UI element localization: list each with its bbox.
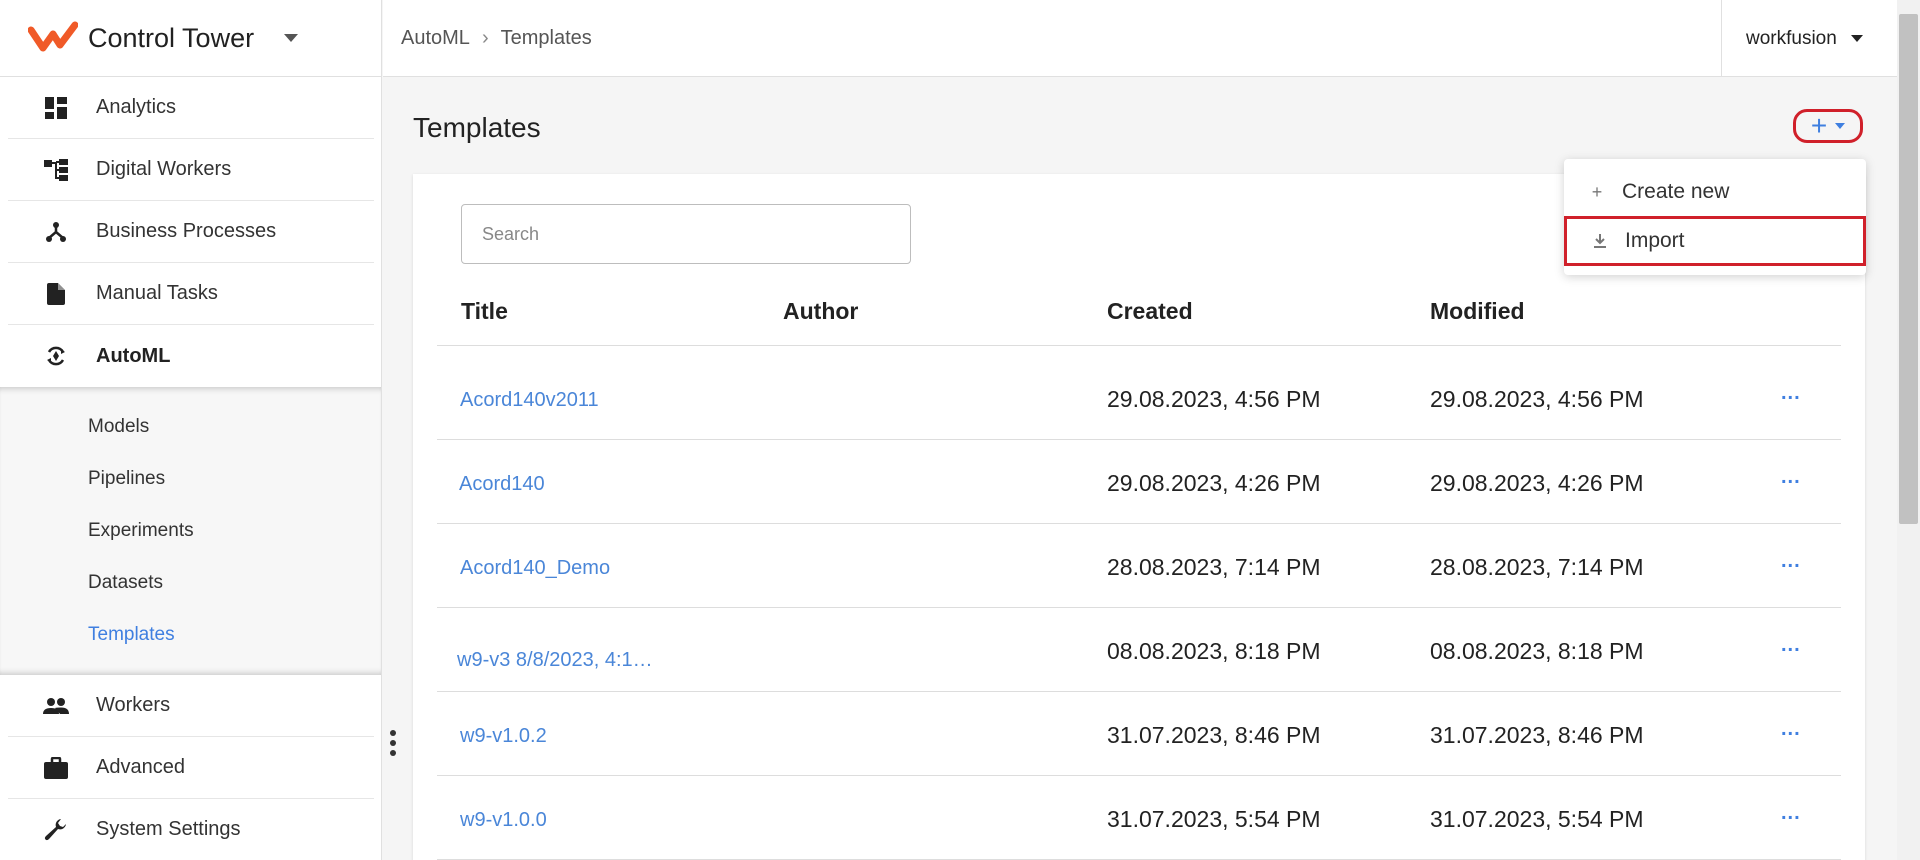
row-actions-button[interactable]: ... [1781, 802, 1801, 825]
template-modified: 31.07.2023, 5:54 PM [1430, 806, 1644, 832]
subnav-item-experiments[interactable]: Experiments [0, 505, 381, 557]
template-created: 29.08.2023, 4:26 PM [1107, 470, 1321, 496]
template-modified: 29.08.2023, 4:26 PM [1430, 470, 1644, 496]
briefcase-icon [42, 754, 70, 782]
template-title-link[interactable]: w9-v1.0.2 [460, 725, 547, 748]
breadcrumb-templates: Templates [500, 27, 592, 49]
subnav-item-pipelines[interactable]: Pipelines [0, 453, 381, 505]
plus-icon: + [1591, 181, 1603, 202]
wrench-icon [42, 816, 70, 844]
automl-subnav: Models Pipelines Experiments Datasets Te… [0, 387, 381, 675]
caret-down-icon [284, 34, 299, 42]
caret-down-icon [1835, 123, 1846, 129]
row-actions-button[interactable]: ... [1781, 634, 1801, 657]
page-title: Templates [413, 112, 541, 143]
people-icon [42, 692, 70, 720]
subnav-item-templates[interactable]: Templates [0, 609, 381, 661]
sidebar-item-label: Digital Workers [96, 158, 232, 180]
sidebar-collapse-handle[interactable] [390, 730, 396, 760]
template-created: 31.07.2023, 8:46 PM [1107, 722, 1321, 748]
sidebar: Control Tower Analytics Digital Workers … [0, 0, 382, 860]
row-actions-button[interactable]: ... [1781, 718, 1801, 741]
add-dropdown-menu: + Create new Import [1564, 159, 1866, 275]
sidebar-item-label: AutoML [96, 344, 171, 367]
top-bar: AutoML › Templates workfusion [383, 0, 1897, 77]
caret-down-icon [1850, 35, 1863, 42]
menu-item-label: Create new [1622, 180, 1730, 203]
sidebar-item-label: Manual Tasks [96, 282, 218, 304]
breadcrumb-automl[interactable]: AutoML [401, 27, 470, 50]
menu-item-label: Import [1625, 229, 1685, 252]
template-title-link[interactable]: Acord140 [459, 473, 545, 496]
subnav-item-models[interactable]: Models [0, 401, 381, 453]
search-input[interactable] [461, 204, 911, 264]
sidebar-item-label: Workers [96, 694, 171, 716]
scrollbar-thumb[interactable] [1899, 14, 1918, 524]
plus-icon: + [1810, 110, 1828, 141]
automl-icon [42, 342, 70, 370]
sidebar-item-label: Business Processes [96, 220, 277, 242]
template-created: 31.07.2023, 5:54 PM [1107, 806, 1321, 832]
table-row: w9-v3 8/8/2023, 4:1… 08.08.2023, 8:18 PM… [437, 608, 1841, 692]
column-header-author[interactable]: Author [783, 298, 858, 325]
menu-item-create-new[interactable]: + Create new [1564, 167, 1866, 217]
sidebar-item-advanced[interactable]: Advanced [8, 737, 374, 799]
workfusion-logo-icon [28, 21, 78, 52]
column-header-modified[interactable]: Modified [1430, 298, 1525, 325]
table-row: w9-v1.0.0 31.07.2023, 5:54 PM 31.07.2023… [437, 776, 1841, 860]
user-name: workfusion [1746, 27, 1837, 49]
download-icon [1591, 233, 1609, 249]
table-row: Acord140v2011 29.08.2023, 4:56 PM 29.08.… [437, 356, 1841, 440]
templates-card: Title Author Created Modified Acord140v2… [413, 174, 1865, 860]
template-created: 08.08.2023, 8:18 PM [1107, 638, 1321, 664]
row-actions-button[interactable]: ... [1781, 550, 1801, 573]
template-created: 29.08.2023, 4:56 PM [1107, 386, 1321, 412]
process-icon [42, 218, 70, 246]
hierarchy-icon [42, 156, 70, 184]
template-modified: 28.08.2023, 7:14 PM [1430, 554, 1644, 580]
sidebar-item-system-settings[interactable]: System Settings [8, 799, 374, 860]
template-title-link[interactable]: Acord140_Demo [460, 557, 610, 580]
add-template-button[interactable]: + [1793, 109, 1863, 143]
column-header-title[interactable]: Title [461, 298, 508, 325]
sidebar-item-workers[interactable]: Workers [8, 675, 374, 737]
template-created: 28.08.2023, 7:14 PM [1107, 554, 1321, 580]
sidebar-item-label: Advanced [96, 756, 185, 778]
user-menu[interactable]: workfusion [1721, 0, 1897, 77]
chevron-right-icon: › [481, 27, 489, 49]
document-icon [42, 280, 70, 308]
row-actions-button[interactable]: ... [1781, 382, 1801, 405]
subnav-item-datasets[interactable]: Datasets [0, 557, 381, 609]
table-row: w9-v1.0.2 31.07.2023, 8:46 PM 31.07.2023… [437, 692, 1841, 776]
sidebar-item-analytics[interactable]: Analytics [8, 77, 374, 139]
table-row: Acord140 29.08.2023, 4:26 PM 29.08.2023,… [437, 440, 1841, 524]
row-actions-button[interactable]: ... [1781, 466, 1801, 489]
sidebar-item-label: Analytics [96, 96, 177, 118]
menu-item-import[interactable]: Import [1564, 216, 1866, 266]
template-modified: 31.07.2023, 8:46 PM [1430, 722, 1644, 748]
table-row: Acord140_Demo 28.08.2023, 7:14 PM 28.08.… [437, 524, 1841, 608]
template-title-link[interactable]: Acord140v2011 [460, 389, 599, 412]
sidebar-item-manual-tasks[interactable]: Manual Tasks [8, 263, 374, 325]
app-name: Control Tower [88, 22, 255, 53]
sidebar-item-label: System Settings [96, 818, 241, 840]
template-title-link[interactable]: w9-v3 8/8/2023, 4:1… [457, 649, 653, 672]
page-scrollbar[interactable] [1897, 0, 1920, 860]
column-header-created[interactable]: Created [1107, 298, 1193, 325]
template-modified: 08.08.2023, 8:18 PM [1430, 638, 1644, 664]
app-switcher[interactable]: Control Tower [0, 0, 381, 77]
sidebar-item-digital-workers[interactable]: Digital Workers [8, 139, 374, 201]
sidebar-item-business-processes[interactable]: Business Processes [8, 201, 374, 263]
dashboard-icon [42, 94, 70, 122]
breadcrumb: AutoML › Templates [401, 27, 592, 50]
sidebar-item-automl[interactable]: AutoML [8, 325, 374, 387]
table-header: Title Author Created Modified [437, 282, 1841, 346]
template-modified: 29.08.2023, 4:56 PM [1430, 386, 1644, 412]
template-title-link[interactable]: w9-v1.0.0 [460, 809, 547, 832]
